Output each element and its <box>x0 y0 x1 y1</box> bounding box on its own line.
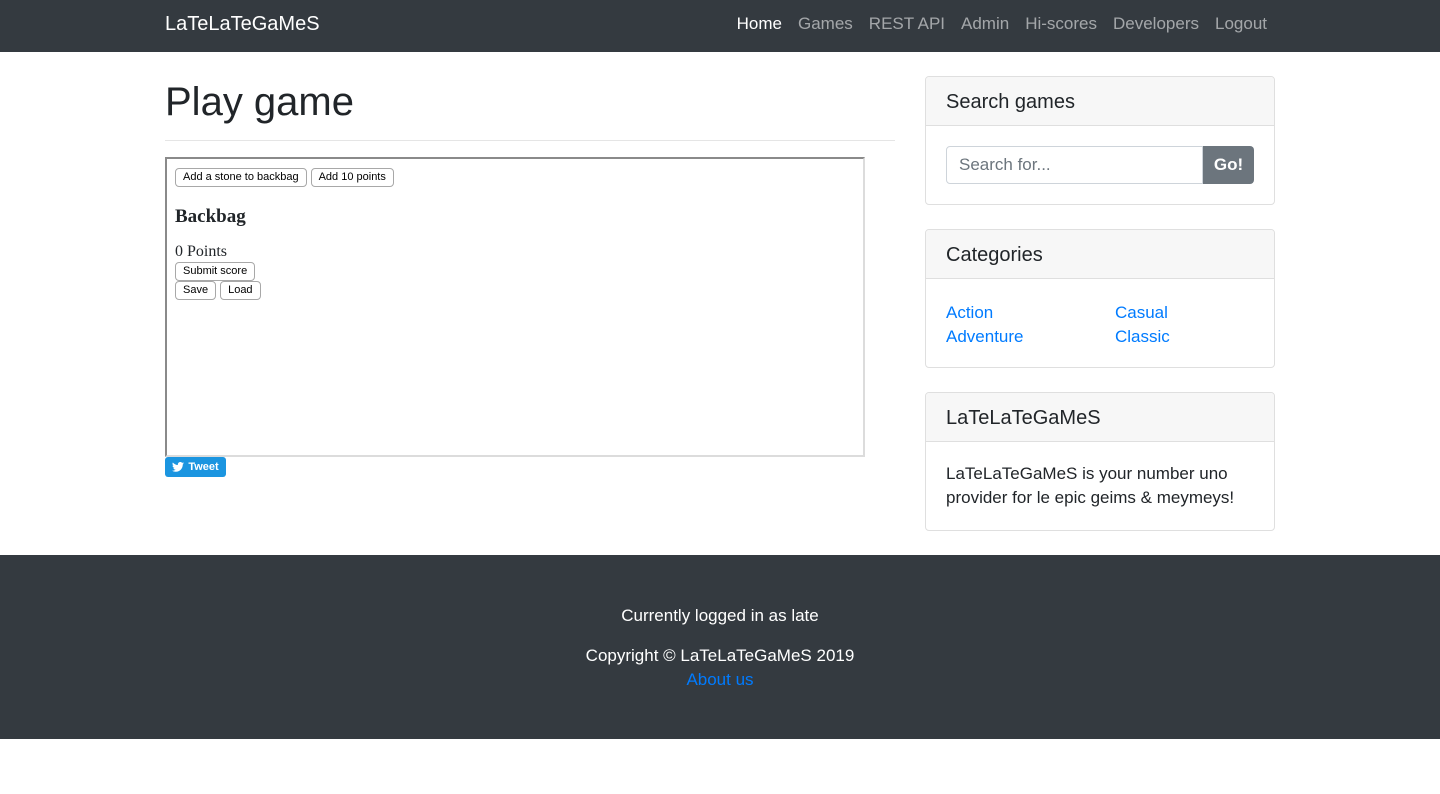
category-action[interactable]: Action <box>946 302 1115 323</box>
tweet-label: Tweet <box>188 461 219 473</box>
categories-list: Action Casual Adventure Classic <box>946 300 1254 347</box>
categories-card-title: Categories <box>926 230 1274 279</box>
search-card-body: Go! <box>926 126 1274 204</box>
about-card-body: LaTeLaTeGaMeS is your number uno provide… <box>926 442 1274 530</box>
category-classic[interactable]: Classic <box>1115 326 1265 347</box>
submit-row: Submit score <box>175 261 394 281</box>
game-iframe[interactable]: Add a stone to backbag Add 10 points Bac… <box>165 157 865 457</box>
copyright-text: Copyright © LaTeLaTeGaMeS 2019 <box>585 646 855 665</box>
nav-developers[interactable]: Developers <box>1113 14 1199 34</box>
backbag-heading: Backbag <box>175 206 246 227</box>
category-casual[interactable]: Casual <box>1115 302 1265 323</box>
add-stone-button[interactable]: Add a stone to backbag <box>175 168 307 187</box>
search-input[interactable] <box>946 146 1203 184</box>
points-display: 0 Points <box>175 243 228 260</box>
categories-card: Categories Action Casual Adventure Class… <box>925 229 1275 368</box>
save-button[interactable]: Save <box>175 281 217 300</box>
nav-links: Home Games REST API Admin Hi-scores Deve… <box>737 14 1267 34</box>
load-button[interactable]: Load <box>220 281 261 300</box>
submit-score-button[interactable]: Submit score <box>175 262 256 281</box>
nav-admin[interactable]: Admin <box>961 14 1009 34</box>
logged-in-text: Currently logged in as late <box>621 606 819 625</box>
nav-rest-api[interactable]: REST API <box>869 14 945 34</box>
about-card-title: LaTeLaTeGaMeS <box>926 393 1274 442</box>
page-title: Play game <box>165 80 354 124</box>
save-load-row: Save Load <box>175 281 394 300</box>
search-row: Go! <box>946 146 1254 184</box>
nav-logout[interactable]: Logout <box>1215 14 1267 34</box>
about-text: LaTeLaTeGaMeS is your number uno provide… <box>946 464 1235 507</box>
search-card: Search games Go! <box>925 76 1275 205</box>
game-content: Add a stone to backbag Add 10 points Bac… <box>175 168 394 300</box>
title-divider <box>165 140 895 141</box>
search-go-button[interactable]: Go! <box>1203 146 1254 184</box>
twitter-bird-icon <box>172 462 185 472</box>
nav-home[interactable]: Home <box>737 14 782 34</box>
game-action-row: Add a stone to backbag Add 10 points <box>175 168 394 187</box>
footer: Currently logged in as late Copyright © … <box>0 555 1440 739</box>
category-adventure[interactable]: Adventure <box>946 326 1115 347</box>
about-link-row: About us <box>0 670 1440 690</box>
brand-link[interactable]: LaTeLaTeGaMeS <box>165 13 320 36</box>
about-card: LaTeLaTeGaMeS LaTeLaTeGaMeS is your numb… <box>925 392 1275 531</box>
top-navbar: LaTeLaTeGaMeS Home Games REST API Admin … <box>0 0 1440 52</box>
nav-games[interactable]: Games <box>798 14 853 34</box>
nav-hi-scores[interactable]: Hi-scores <box>1025 14 1097 34</box>
categories-card-body: Action Casual Adventure Classic <box>926 279 1274 367</box>
search-card-title: Search games <box>926 77 1274 126</box>
add-points-button[interactable]: Add 10 points <box>310 168 394 187</box>
about-us-link[interactable]: About us <box>686 670 753 689</box>
tweet-button[interactable]: Tweet <box>165 457 226 477</box>
